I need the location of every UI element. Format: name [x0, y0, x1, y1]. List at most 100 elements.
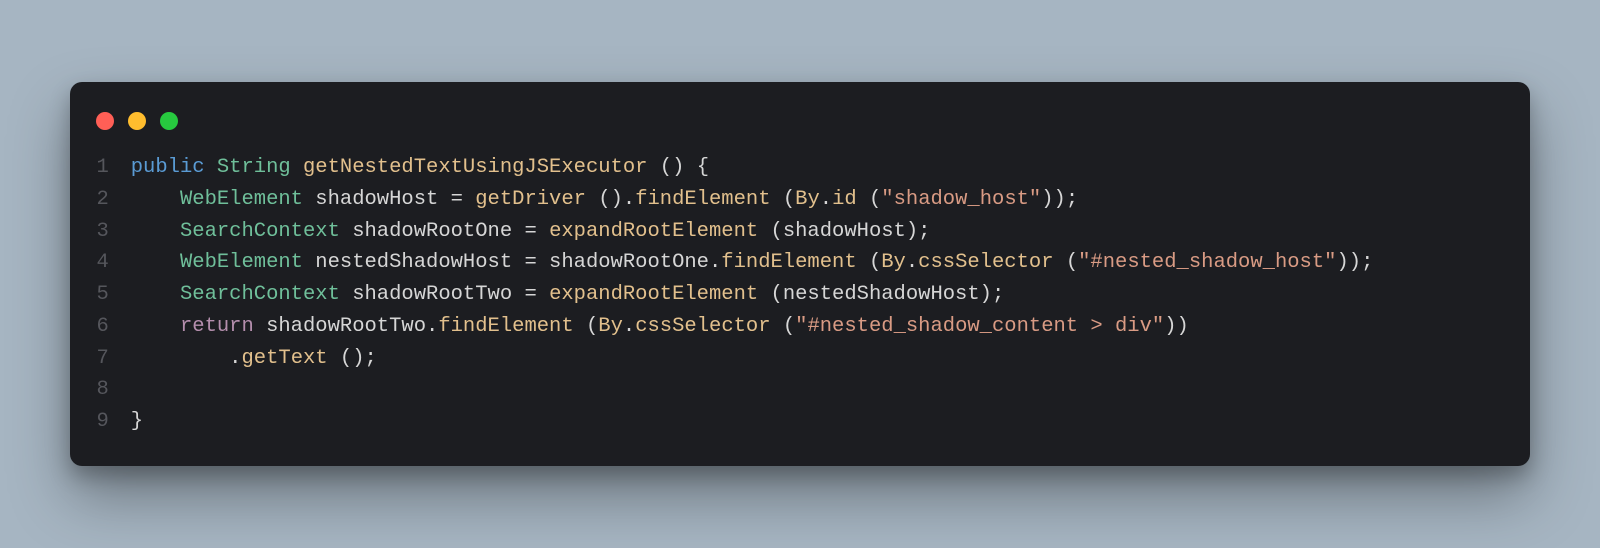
- code-token: "shadow_host": [881, 188, 1041, 211]
- code-token: [771, 315, 783, 338]
- code-token: }: [131, 410, 143, 433]
- code-token: (: [783, 188, 795, 211]
- code-token: String: [217, 156, 291, 179]
- close-icon[interactable]: [96, 112, 114, 130]
- code-token: nestedShadowHost: [303, 251, 524, 274]
- code-token: (: [869, 251, 881, 274]
- code-line: return shadowRootTwo.findElement (By.css…: [131, 311, 1506, 343]
- code-token: shadowHost: [303, 188, 451, 211]
- code-token: shadowHost: [783, 220, 906, 243]
- code-token: (): [660, 156, 685, 179]
- code-token: =: [524, 220, 536, 243]
- code-line: public String getNestedTextUsingJSExecut…: [131, 152, 1506, 184]
- code-token: {: [697, 156, 709, 179]
- code-token: WebElement: [180, 188, 303, 211]
- code-token: [647, 156, 659, 179]
- code-token: .: [906, 251, 918, 274]
- code-token: By: [881, 251, 906, 274]
- code-token: [586, 188, 598, 211]
- code-token: By: [795, 188, 820, 211]
- code-token: getDriver: [475, 188, 586, 211]
- line-number: 8: [94, 374, 109, 406]
- code-token: [537, 220, 549, 243]
- code-token: =: [524, 283, 536, 306]
- code-token: [684, 156, 696, 179]
- code-token: .: [820, 188, 832, 211]
- code-token: ();: [340, 347, 377, 370]
- code-token: shadowRootTwo: [254, 315, 426, 338]
- code-token: ));: [1336, 251, 1373, 274]
- code-line: WebElement nestedShadowHost = shadowRoot…: [131, 247, 1506, 279]
- code-token: [328, 347, 340, 370]
- code-token: [857, 188, 869, 211]
- line-number: 1: [94, 152, 109, 184]
- code-token: [574, 315, 586, 338]
- code-line: [131, 374, 1506, 406]
- line-number-gutter: 123456789: [94, 152, 131, 438]
- code-token: cssSelector: [635, 315, 770, 338]
- code-line: WebElement shadowHost = getDriver ().fin…: [131, 184, 1506, 216]
- line-number: 6: [94, 311, 109, 343]
- code-token: [857, 251, 869, 274]
- code-token: By: [598, 315, 623, 338]
- code-token: nestedShadowHost: [783, 283, 980, 306]
- code-token: getNestedTextUsingJSExecutor: [303, 156, 647, 179]
- code-token: .: [709, 251, 721, 274]
- code-token: =: [524, 251, 536, 274]
- code-token: findElement: [721, 251, 856, 274]
- code-token: expandRootElement: [549, 220, 758, 243]
- code-token: shadowRootOne: [340, 220, 525, 243]
- code-token: shadowRootOne: [537, 251, 709, 274]
- code-token: [205, 156, 217, 179]
- line-number: 5: [94, 279, 109, 311]
- code-token: [463, 188, 475, 211]
- code-token: [771, 188, 783, 211]
- code-token: (: [771, 283, 783, 306]
- code-token: ));: [1041, 188, 1078, 211]
- code-token: );: [980, 283, 1005, 306]
- code-token: );: [906, 220, 931, 243]
- code-token: .: [623, 315, 635, 338]
- code-line: SearchContext shadowRootOne = expandRoot…: [131, 216, 1506, 248]
- minimize-icon[interactable]: [128, 112, 146, 130]
- code-token: expandRootElement: [549, 283, 758, 306]
- line-number: 7: [94, 343, 109, 375]
- maximize-icon[interactable]: [160, 112, 178, 130]
- code-token: cssSelector: [918, 251, 1053, 274]
- code-token: SearchContext: [180, 283, 340, 306]
- code-token: SearchContext: [180, 220, 340, 243]
- code-token: [131, 283, 180, 306]
- code-token: (: [1066, 251, 1078, 274]
- code-token: =: [451, 188, 463, 211]
- code-token: public: [131, 156, 205, 179]
- code-token: "#nested_shadow_host": [1078, 251, 1336, 274]
- code-token: shadowRootTwo: [340, 283, 525, 306]
- code-token: findElement: [635, 188, 770, 211]
- code-token: [1054, 251, 1066, 274]
- code-token: getText: [241, 347, 327, 370]
- line-number: 4: [94, 247, 109, 279]
- code-line: .getText ();: [131, 343, 1506, 375]
- code-token: [291, 156, 303, 179]
- code-token: (: [783, 315, 795, 338]
- line-number: 9: [94, 406, 109, 438]
- code-token: [131, 251, 180, 274]
- code-area: 123456789 public String getNestedTextUsi…: [94, 152, 1506, 438]
- code-content: public String getNestedTextUsingJSExecut…: [131, 152, 1506, 438]
- code-token: [131, 347, 229, 370]
- code-token: [131, 315, 180, 338]
- code-line: SearchContext shadowRootTwo = expandRoot…: [131, 279, 1506, 311]
- code-token: [758, 220, 770, 243]
- code-token: .: [426, 315, 438, 338]
- code-token: (: [869, 188, 881, 211]
- code-token: )): [1164, 315, 1189, 338]
- code-token: [131, 188, 180, 211]
- traffic-lights: [94, 106, 1506, 152]
- code-token: [537, 283, 549, 306]
- code-token: id: [832, 188, 857, 211]
- code-token: findElement: [438, 315, 573, 338]
- code-token: WebElement: [180, 251, 303, 274]
- line-number: 2: [94, 184, 109, 216]
- code-token: return: [180, 315, 254, 338]
- code-token: .: [229, 347, 241, 370]
